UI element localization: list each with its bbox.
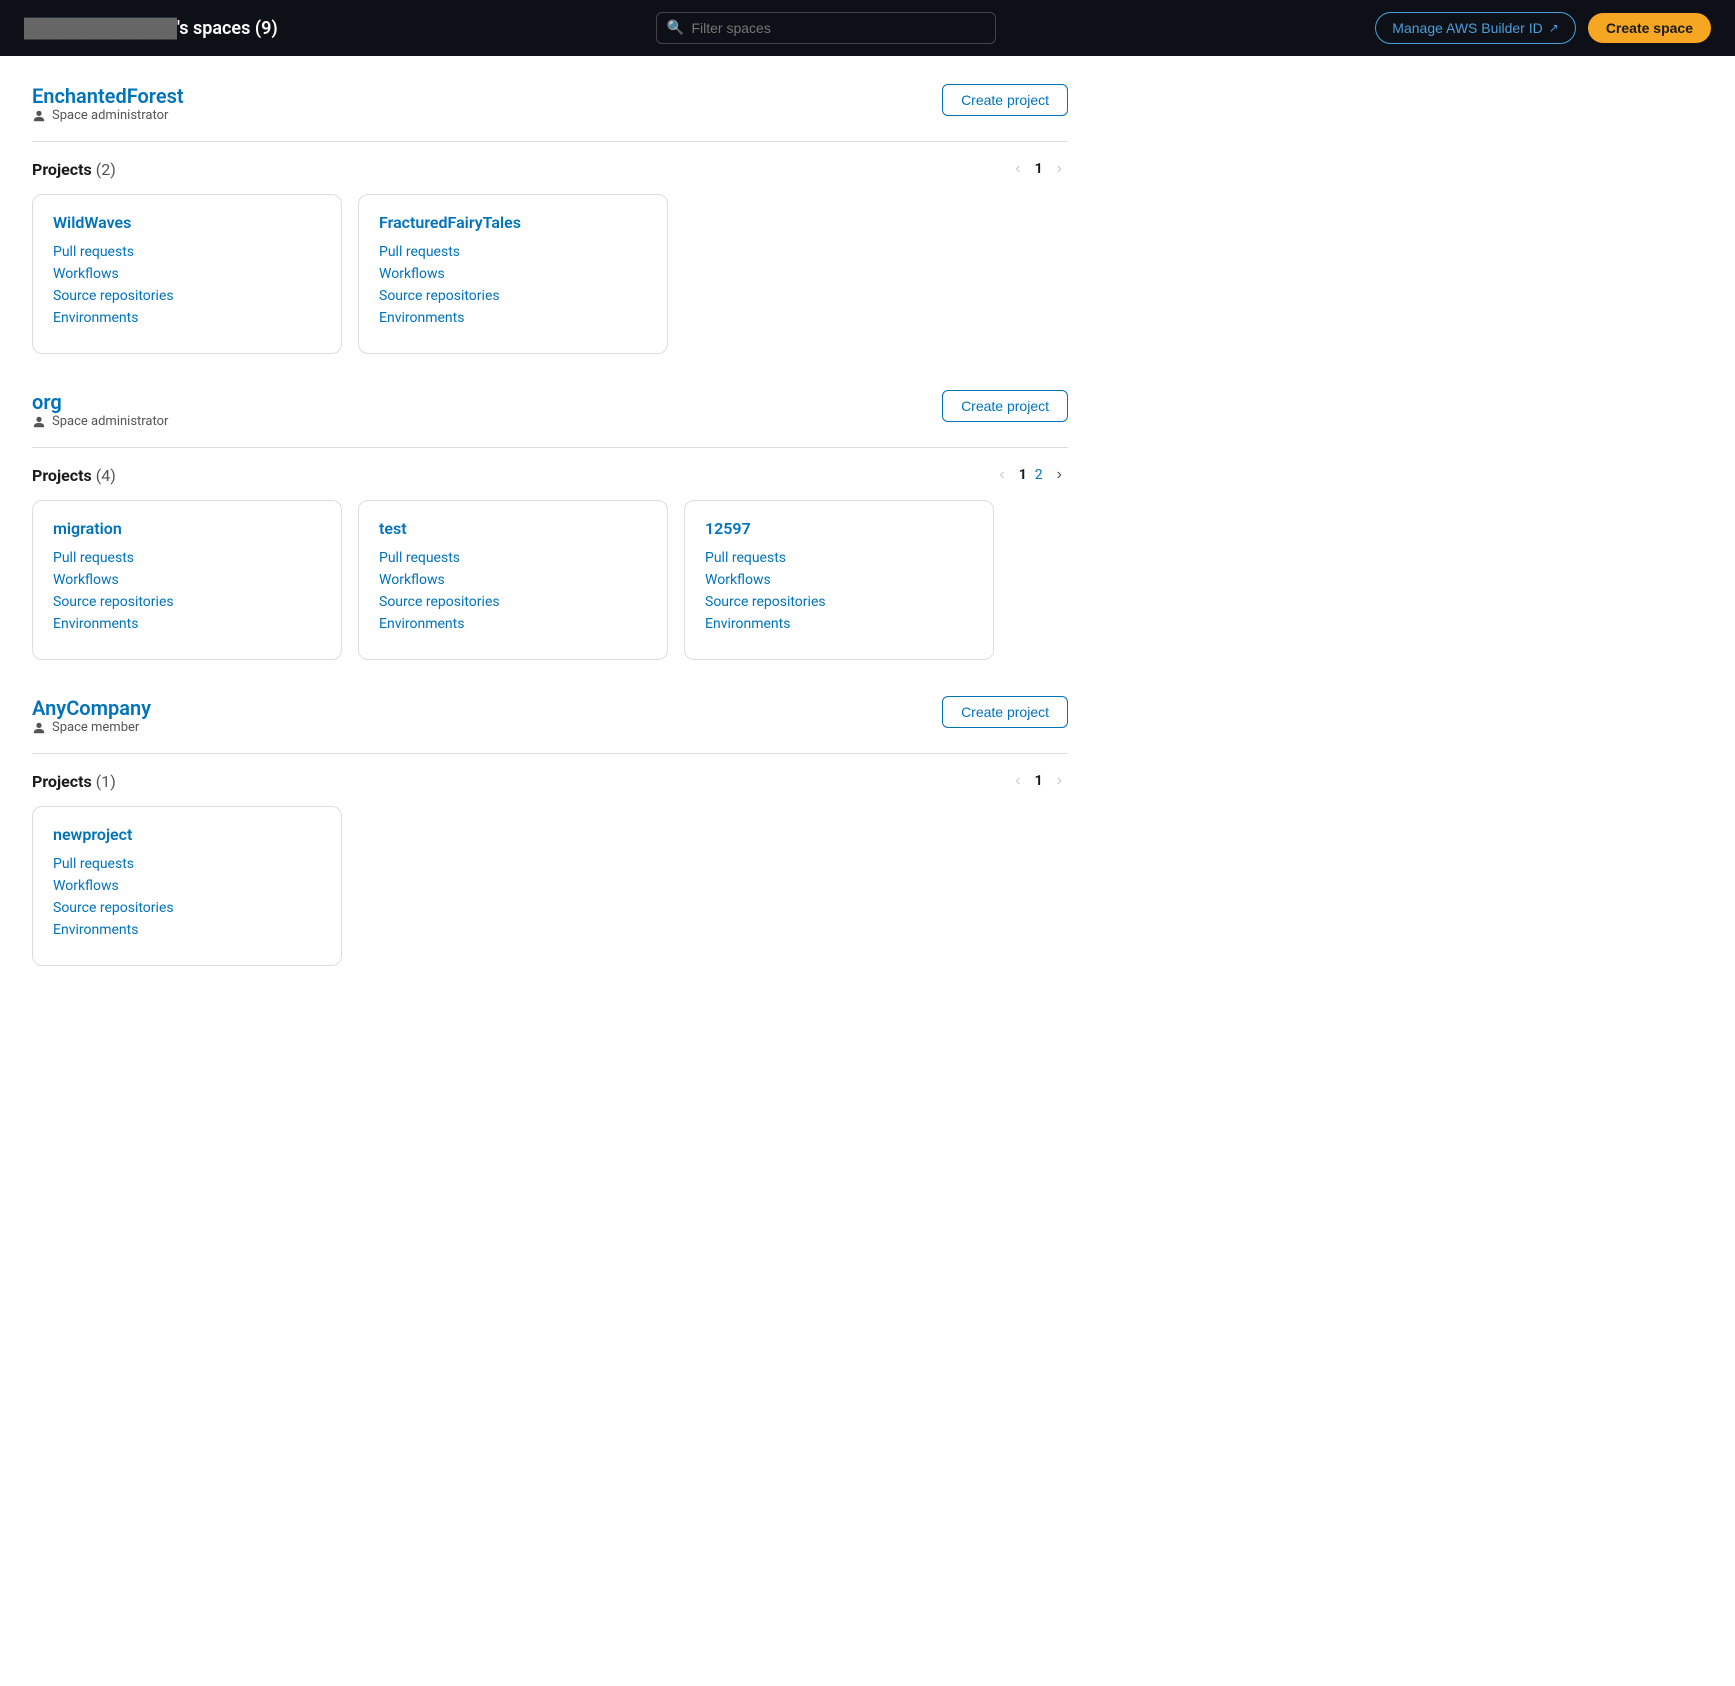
project-link-environments[interactable]: Environments xyxy=(53,922,321,938)
space-section-enchanted-forest: EnchantedForestSpace administrator Create… xyxy=(32,84,1068,354)
project-link-source-repositories[interactable]: Source repositories xyxy=(53,900,321,916)
project-card-12597: 12597 Pull requests Workflows Source reposi… xyxy=(684,500,994,660)
project-link-workflows[interactable]: Workflows xyxy=(53,572,321,588)
prev-page-button-anycompany[interactable]: ‹ xyxy=(1009,770,1026,792)
projects-grid-enchanted-forest: WildWaves Pull requests Workflows Source re… xyxy=(32,194,1068,354)
project-link-workflows[interactable]: Workflows xyxy=(705,572,973,588)
project-link-environments[interactable]: Environments xyxy=(379,616,647,632)
next-page-button-org[interactable]: › xyxy=(1051,464,1068,486)
projects-title-enchanted-forest: Projects (2) xyxy=(32,160,116,179)
projects-bar-anycompany: Projects (1) ‹ 1 › xyxy=(32,770,1068,792)
external-link-icon: ↗ xyxy=(1549,21,1559,35)
prev-page-button-enchanted-forest[interactable]: ‹ xyxy=(1009,158,1026,180)
space-name-enchanted-forest[interactable]: EnchantedForest xyxy=(32,84,184,108)
pagination-org: ‹ 12 › xyxy=(993,464,1068,486)
manage-aws-builder-id-button[interactable]: Manage AWS Builder ID ↗ xyxy=(1375,12,1576,44)
space-name-anycompany[interactable]: AnyCompany xyxy=(32,696,151,720)
project-name-12597[interactable]: 12597 xyxy=(705,519,973,538)
manage-btn-label: Manage AWS Builder ID xyxy=(1392,20,1542,36)
person-icon xyxy=(32,721,46,735)
next-page-button-enchanted-forest[interactable]: › xyxy=(1051,158,1068,180)
project-link-workflows[interactable]: Workflows xyxy=(379,572,647,588)
page-current-anycompany: 1 xyxy=(1035,773,1043,789)
projects-bar-enchanted-forest: Projects (2) ‹ 1 › xyxy=(32,158,1068,180)
project-link-pull-requests[interactable]: Pull requests xyxy=(705,550,973,566)
projects-count-anycompany: (1) xyxy=(96,772,116,791)
page-current-enchanted-forest: 1 xyxy=(1035,161,1043,177)
project-link-source-repositories[interactable]: Source repositories xyxy=(53,288,321,304)
projects-bar-org: Projects (4) ‹ 12 › xyxy=(32,464,1068,486)
space-role-label: Space administrator xyxy=(52,108,168,123)
space-section-anycompany: AnyCompanySpace member Create project Proj… xyxy=(32,696,1068,966)
header-center: 🔍 xyxy=(656,12,996,44)
projects-title-anycompany: Projects (1) xyxy=(32,772,116,791)
main-content: EnchantedForestSpace administratorCreate… xyxy=(0,56,1100,1030)
project-link-source-repositories[interactable]: Source repositories xyxy=(379,594,647,610)
space-header-anycompany: AnyCompanySpace member Create project xyxy=(32,696,1068,745)
project-card-newproject: newproject Pull requests Workflows Source r… xyxy=(32,806,342,966)
person-icon xyxy=(32,109,46,123)
project-link-workflows[interactable]: Workflows xyxy=(379,266,647,282)
project-link-pull-requests[interactable]: Pull requests xyxy=(53,856,321,872)
project-link-source-repositories[interactable]: Source repositories xyxy=(379,288,647,304)
project-link-pull-requests[interactable]: Pull requests xyxy=(53,550,321,566)
project-name-test[interactable]: test xyxy=(379,519,647,538)
project-name-wildwaves[interactable]: WildWaves xyxy=(53,213,321,232)
project-name-migration[interactable]: migration xyxy=(53,519,321,538)
create-project-button-anycompany[interactable]: Create project xyxy=(942,696,1068,728)
pagination-anycompany: ‹ 1 › xyxy=(1009,770,1068,792)
projects-count-org: (4) xyxy=(96,466,116,485)
header-left: ████████████'s spaces (9) xyxy=(24,18,278,39)
space-role-enchanted-forest: Space administrator xyxy=(32,108,184,123)
project-link-environments[interactable]: Environments xyxy=(53,310,321,326)
space-role-anycompany: Space member xyxy=(32,720,151,735)
project-name-newproject[interactable]: newproject xyxy=(53,825,321,844)
create-space-button[interactable]: Create space xyxy=(1588,13,1711,43)
project-link-environments[interactable]: Environments xyxy=(379,310,647,326)
search-input[interactable] xyxy=(656,12,996,44)
projects-count-enchanted-forest: (2) xyxy=(96,160,116,179)
create-project-button-org[interactable]: Create project xyxy=(942,390,1068,422)
project-link-pull-requests[interactable]: Pull requests xyxy=(379,550,647,566)
username-blurred: ████████████ xyxy=(24,18,177,39)
space-header-org: orgSpace administrator Create project xyxy=(32,390,1068,439)
header-title: ████████████'s spaces (9) xyxy=(24,18,278,39)
space-role-label: Space member xyxy=(52,720,139,735)
space-role-org: Space administrator xyxy=(32,414,168,429)
page-current-org: 1 xyxy=(1019,467,1027,483)
project-link-workflows[interactable]: Workflows xyxy=(53,266,321,282)
project-link-source-repositories[interactable]: Source repositories xyxy=(53,594,321,610)
next-page-button-anycompany[interactable]: › xyxy=(1051,770,1068,792)
project-link-environments[interactable]: Environments xyxy=(705,616,973,632)
project-link-pull-requests[interactable]: Pull requests xyxy=(379,244,647,260)
space-name-org[interactable]: org xyxy=(32,390,168,414)
search-wrapper: 🔍 xyxy=(656,12,996,44)
divider xyxy=(32,141,1068,142)
project-link-source-repositories[interactable]: Source repositories xyxy=(705,594,973,610)
projects-grid-org: migration Pull requests Workflows Source re… xyxy=(32,500,1068,660)
prev-page-button-org[interactable]: ‹ xyxy=(993,464,1010,486)
project-card-wildwaves: WildWaves Pull requests Workflows Source re… xyxy=(32,194,342,354)
project-card-migration: migration Pull requests Workflows Source re… xyxy=(32,500,342,660)
create-project-button-enchanted-forest[interactable]: Create project xyxy=(942,84,1068,116)
project-name-fracturedfairytales[interactable]: FracturedFairyTales xyxy=(379,213,647,232)
header: ████████████'s spaces (9) 🔍 Manage AWS B… xyxy=(0,0,1735,56)
person-icon xyxy=(32,415,46,429)
projects-title-org: Projects (4) xyxy=(32,466,116,485)
divider xyxy=(32,753,1068,754)
space-role-label: Space administrator xyxy=(52,414,168,429)
page-2-org[interactable]: 2 xyxy=(1035,467,1043,483)
project-link-workflows[interactable]: Workflows xyxy=(53,878,321,894)
space-section-org: orgSpace administrator Create project Proj… xyxy=(32,390,1068,660)
divider xyxy=(32,447,1068,448)
project-card-fracturedfairytales: FracturedFairyTales Pull requests Workflow… xyxy=(358,194,668,354)
project-link-pull-requests[interactable]: Pull requests xyxy=(53,244,321,260)
pagination-enchanted-forest: ‹ 1 › xyxy=(1009,158,1068,180)
projects-grid-anycompany: newproject Pull requests Workflows Source r… xyxy=(32,806,1068,966)
project-link-environments[interactable]: Environments xyxy=(53,616,321,632)
header-right: Manage AWS Builder ID ↗ Create space xyxy=(1375,12,1711,44)
spaces-count: 's spaces (9) xyxy=(177,18,278,39)
space-header-enchanted-forest: EnchantedForestSpace administrator Create… xyxy=(32,84,1068,133)
project-card-test: test Pull requests Workflows Source reposit… xyxy=(358,500,668,660)
